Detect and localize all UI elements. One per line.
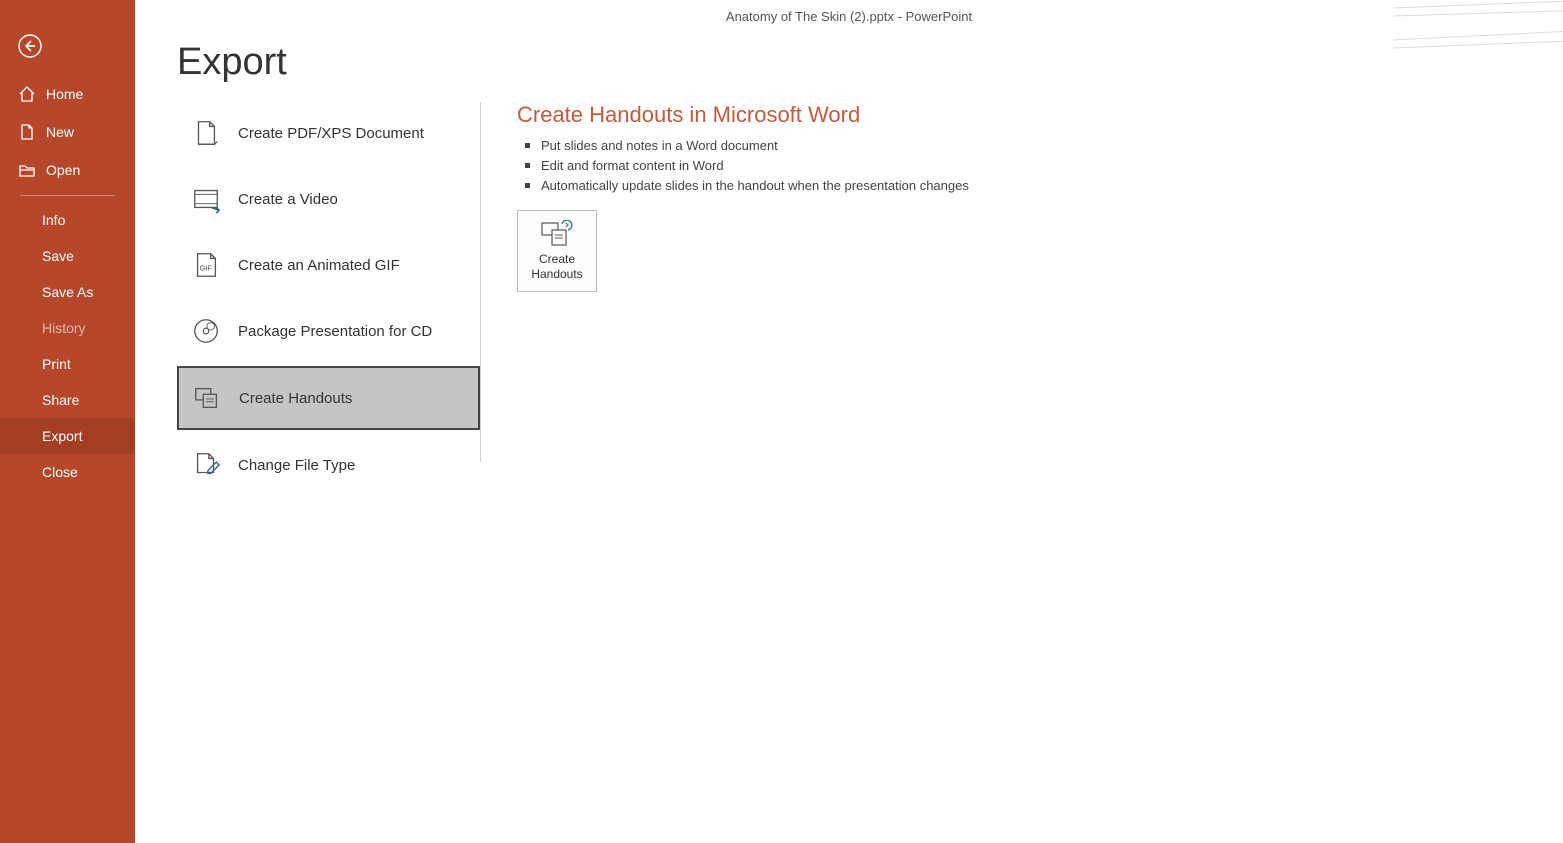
sidebar-item-save-as[interactable]: Save As xyxy=(0,274,135,310)
detail-bullet: Automatically update slides in the hando… xyxy=(517,176,969,196)
create-handouts-button[interactable]: CreateHandouts xyxy=(517,210,597,292)
sidebar-label: Save xyxy=(42,248,74,264)
sidebar-divider xyxy=(20,195,115,196)
vertical-divider xyxy=(480,102,481,462)
sidebar-label: New xyxy=(46,124,74,140)
sidebar-label: Export xyxy=(42,428,82,444)
sidebar-item-open[interactable]: Open xyxy=(0,151,135,189)
export-option-package-cd[interactable]: Package Presentation for CD xyxy=(177,300,480,362)
page-title: Export xyxy=(135,33,1563,102)
gif-icon: GIF xyxy=(190,249,222,281)
detail-bullets: Put slides and notes in a Word document … xyxy=(517,136,969,196)
export-option-label: Change File Type xyxy=(238,457,355,474)
export-body: Create PDF/XPS Document Create a Video G… xyxy=(135,102,1563,843)
cd-icon xyxy=(190,315,222,347)
title-filename: Anatomy of The Skin (2).pptx xyxy=(726,9,894,24)
pdf-xps-icon xyxy=(190,117,222,149)
sidebar-label: Info xyxy=(42,212,65,228)
export-option-label: Create PDF/XPS Document xyxy=(238,125,424,142)
export-option-label: Create a Video xyxy=(238,191,338,208)
sidebar-item-info[interactable]: Info xyxy=(0,202,135,238)
svg-text:GIF: GIF xyxy=(199,264,212,273)
backstage-sidebar: Home New Open Info Save Save As History … xyxy=(0,0,135,843)
export-option-video[interactable]: Create a Video xyxy=(177,168,480,230)
home-icon xyxy=(18,85,36,103)
export-option-label: Create Handouts xyxy=(239,390,352,407)
sidebar-item-new[interactable]: New xyxy=(0,113,135,151)
video-icon xyxy=(190,183,222,215)
export-option-pdf-xps[interactable]: Create PDF/XPS Document xyxy=(177,102,480,164)
sidebar-label: Open xyxy=(46,162,80,178)
sidebar-item-print[interactable]: Print xyxy=(0,346,135,382)
sidebar-item-export[interactable]: Export xyxy=(0,418,135,454)
sidebar-label: Print xyxy=(42,356,71,372)
title-separator: - xyxy=(894,9,906,24)
detail-heading: Create Handouts in Microsoft Word xyxy=(517,102,969,128)
export-detail-pane: Create Handouts in Microsoft Word Put sl… xyxy=(489,102,997,843)
title-app: PowerPoint xyxy=(906,9,972,24)
detail-bullet: Edit and format content in Word xyxy=(517,156,969,176)
sidebar-item-share[interactable]: Share xyxy=(0,382,135,418)
back-button[interactable] xyxy=(0,20,135,75)
open-folder-icon xyxy=(18,161,36,179)
action-button-label: CreateHandouts xyxy=(531,252,582,282)
change-file-type-icon xyxy=(190,449,222,481)
sidebar-item-home[interactable]: Home xyxy=(0,75,135,113)
sidebar-label: Close xyxy=(42,464,78,480)
window-title: Anatomy of The Skin (2).pptx - PowerPoin… xyxy=(135,0,1563,33)
export-option-change-type[interactable]: Change File Type xyxy=(177,434,480,496)
export-option-label: Package Presentation for CD xyxy=(238,323,432,340)
sidebar-label: Share xyxy=(42,392,79,408)
export-option-label: Create an Animated GIF xyxy=(238,257,400,274)
sidebar-label: Home xyxy=(46,86,83,102)
new-document-icon xyxy=(18,123,36,141)
export-options-list: Create PDF/XPS Document Create a Video G… xyxy=(135,102,480,843)
detail-bullet: Put slides and notes in a Word document xyxy=(517,136,969,156)
content-area: Anatomy of The Skin (2).pptx - PowerPoin… xyxy=(135,0,1563,843)
sidebar-item-save[interactable]: Save xyxy=(0,238,135,274)
create-handouts-button-icon xyxy=(540,220,574,248)
export-option-gif[interactable]: GIF Create an Animated GIF xyxy=(177,234,480,296)
back-arrow-icon xyxy=(18,34,42,58)
sidebar-item-close[interactable]: Close xyxy=(0,454,135,490)
sidebar-item-history: History xyxy=(0,310,135,346)
handouts-icon xyxy=(191,382,223,414)
sidebar-label: History xyxy=(42,320,86,336)
export-option-handouts[interactable]: Create Handouts xyxy=(177,366,480,430)
sidebar-label: Save As xyxy=(42,284,93,300)
